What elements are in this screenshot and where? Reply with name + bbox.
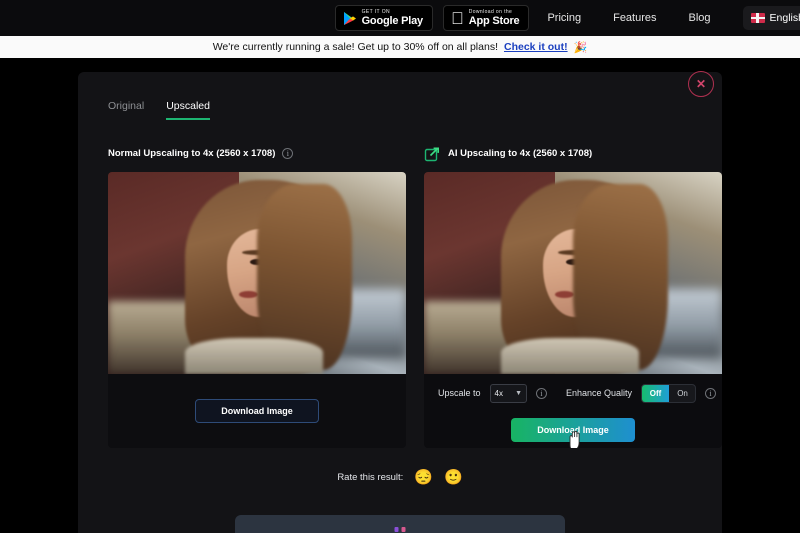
apple-icon:  <box>451 10 464 27</box>
upscale-to-label: Upscale to <box>438 388 481 398</box>
download-image-button-ai[interactable]: Download Image <box>511 418 635 448</box>
ai-upscale-title: AI Upscaling to 4x (2560 x 1708) <box>448 147 593 159</box>
nav-link-features[interactable]: Features <box>613 12 656 24</box>
close-icon[interactable]: ✕ <box>688 71 714 97</box>
enhance-quality-off-option[interactable]: Off <box>642 384 670 402</box>
download-image-button-ai-label: Download Image <box>537 425 609 435</box>
info-icon[interactable]: i <box>282 147 294 159</box>
tab-upscaled[interactable]: Upscaled <box>166 100 210 120</box>
normal-upscale-header: Normal Upscaling to 4x (2560 x 1708) i <box>108 144 406 162</box>
mark-purple <box>394 527 399 532</box>
normal-upscale-card: Download Image <box>108 172 406 448</box>
info-icon-enhance[interactable]: i <box>705 387 716 399</box>
bottom-card-marks <box>394 527 406 532</box>
info-icon-upscale[interactable]: i <box>536 387 547 399</box>
language-label: English <box>769 12 800 24</box>
ai-upscale-controls: Upscale to 4x ▼ i Enhance Quality Off On <box>424 374 722 412</box>
ai-upscale-panel: AI Upscaling to 4x (2560 x 1708) Upscale… <box>424 144 722 448</box>
upscale-result-modal: ✕ Original Upscaled Normal Upscaling to … <box>78 71 722 533</box>
result-tabs: Original Upscaled <box>94 100 706 120</box>
ai-upscale-icon <box>424 145 441 162</box>
chevron-down-icon: ▼ <box>515 389 522 397</box>
google-play-icon <box>343 11 357 26</box>
bottom-partial-card[interactable] <box>235 515 565 533</box>
app-store-badge-label: App Store <box>468 14 520 27</box>
rate-result-label: Rate this result: <box>337 472 404 483</box>
upscale-factor-value: 4x <box>494 388 503 398</box>
upscale-factor-select[interactable]: 4x ▼ <box>489 383 527 403</box>
rate-result-row: Rate this result: 😔 🙂 <box>94 470 706 485</box>
enhance-quality-on-option[interactable]: On <box>669 385 695 402</box>
tab-original[interactable]: Original <box>108 100 144 120</box>
app-store-badge-small: Download on the <box>468 8 513 15</box>
mark-pink <box>401 527 406 532</box>
party-popper-icon: 🎉 <box>573 41 588 54</box>
google-play-badge[interactable]: GET IT ON Google Play <box>334 5 433 31</box>
sale-banner-text: We're currently running a sale! Get up t… <box>212 41 498 53</box>
comparison-panels: Normal Upscaling to 4x (2560 x 1708) i D… <box>94 144 722 448</box>
enhance-quality-label: Enhance Quality <box>566 388 633 398</box>
rate-emoji-negative[interactable]: 😔 <box>414 470 433 485</box>
rate-emoji-positive[interactable]: 🙂 <box>444 470 463 485</box>
normal-upscale-title: Normal Upscaling to 4x (2560 x 1708) <box>108 147 276 159</box>
nav-link-pricing[interactable]: Pricing <box>547 12 581 24</box>
language-selector[interactable]: English <box>742 6 800 30</box>
sale-banner: We're currently running a sale! Get up t… <box>0 36 800 58</box>
app-root: GET IT ON Google Play  Download on the … <box>0 0 800 533</box>
normal-upscale-preview-image[interactable] <box>108 172 406 374</box>
sale-banner-link[interactable]: Check it out! <box>504 41 568 53</box>
normal-upscale-panel: Normal Upscaling to 4x (2560 x 1708) i D… <box>108 144 406 448</box>
uk-flag-icon <box>750 13 765 23</box>
enhance-quality-toggle[interactable]: Off On <box>641 383 696 403</box>
ai-upscale-header: AI Upscaling to 4x (2560 x 1708) <box>424 144 722 162</box>
download-image-button-normal[interactable]: Download Image <box>195 399 319 423</box>
ai-upscale-preview-image[interactable] <box>424 172 722 374</box>
google-play-badge-label: Google Play <box>361 14 424 27</box>
ai-upscale-card: Upscale to 4x ▼ i Enhance Quality Off On <box>424 172 722 448</box>
app-store-badge[interactable]:  Download on the App Store <box>442 5 530 31</box>
nav-link-blog[interactable]: Blog <box>689 12 711 24</box>
google-play-badge-small: GET IT ON <box>361 8 390 15</box>
top-navigation-bar: GET IT ON Google Play  Download on the … <box>0 0 800 36</box>
